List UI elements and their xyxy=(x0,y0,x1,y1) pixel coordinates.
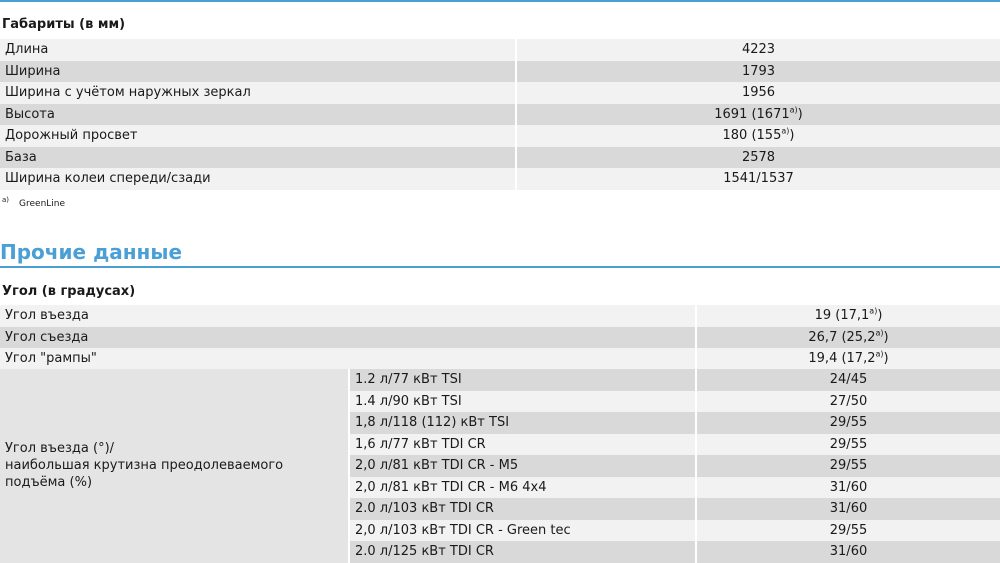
row-value: 19,4 (17,2a)) xyxy=(696,348,1000,370)
table-row: Длина 4223 xyxy=(0,39,1000,61)
engine-value: 29/55 xyxy=(696,412,1000,434)
engine-value: 31/60 xyxy=(696,498,1000,520)
row-label: Угол въезда xyxy=(0,305,697,327)
dimensions-table: Длина 4223 Ширина 1793 Ширина с учётом н… xyxy=(0,39,1000,190)
row-value: 1691 (1671a)) xyxy=(516,103,1000,125)
group-label: Угол въезда (°)/наибольшая крутизна прео… xyxy=(0,369,350,563)
row-value: 1541/1537 xyxy=(516,168,1000,190)
dimensions-heading: Габариты (в мм) xyxy=(2,17,126,32)
engine-label: 1,6 л/77 кВт TDI CR xyxy=(349,433,697,455)
top-divider xyxy=(0,0,1000,2)
table-row: База 2578 xyxy=(0,146,1000,168)
engine-label: 1.4 л/90 кВт TSI xyxy=(349,390,697,412)
section-title: Прочие данные xyxy=(0,240,183,264)
engine-value: 31/60 xyxy=(696,476,1000,498)
table-row: Высота 1691 (1671a)) xyxy=(0,103,1000,125)
engine-angles-table: Угол въезда (°)/наибольшая крутизна прео… xyxy=(0,369,1000,563)
section-divider xyxy=(0,266,1000,268)
engine-value: 27/50 xyxy=(696,390,1000,412)
row-label: Угол съезда xyxy=(0,326,697,348)
angle-heading: Угол (в градусах) xyxy=(2,284,136,299)
footnote-mark: a) xyxy=(875,349,884,359)
engine-value: 24/45 xyxy=(696,369,1000,391)
engine-label: 2,0 л/81 кВт TDI CR - М5 xyxy=(349,455,697,477)
footnote-text: GreenLine xyxy=(19,199,66,209)
row-value: 1793 xyxy=(516,60,1000,82)
engine-value: 31/60 xyxy=(696,541,1000,563)
engine-label: 2,0 л/103 кВт TDI CR - Green tec xyxy=(349,519,697,541)
engine-value: 29/55 xyxy=(696,433,1000,455)
table-row: Дорожный просвет 180 (155a)) xyxy=(0,125,1000,147)
table-row: Угол "рампы" 19,4 (17,2a)) xyxy=(0,348,1000,370)
footnote-mark: a) xyxy=(789,105,798,115)
footnote: a) GreenLine xyxy=(2,196,66,210)
table-row: Угол въезда (°)/наибольшая крутизна прео… xyxy=(0,369,1000,563)
row-value: 180 (155a)) xyxy=(516,125,1000,147)
engine-label: 2.0 л/103 кВт TDI CR xyxy=(349,498,697,520)
row-label: Угол "рампы" xyxy=(0,348,697,370)
row-value: 1956 xyxy=(516,82,1000,104)
row-label: Высота xyxy=(0,103,517,125)
engine-label: 1,8 л/118 (112) кВт TSI xyxy=(349,412,697,434)
engine-label: 2,0 л/81 кВт TDI CR - М6 4x4 xyxy=(349,476,697,498)
engine-value: 29/55 xyxy=(696,519,1000,541)
row-value: 19 (17,1a)) xyxy=(696,305,1000,327)
engine-value: 29/55 xyxy=(696,455,1000,477)
row-label: База xyxy=(0,146,517,168)
engine-label: 1.2 л/77 кВт TSI xyxy=(349,369,697,391)
table-row: Угол въезда 19 (17,1a)) xyxy=(0,305,1000,327)
row-label: Длина xyxy=(0,39,517,61)
row-label: Ширина xyxy=(0,60,517,82)
row-value: 2578 xyxy=(516,146,1000,168)
footnote-mark: a) xyxy=(2,196,10,204)
table-row: Ширина колеи спереди/сзади 1541/1537 xyxy=(0,168,1000,190)
engine-label: 2.0 л/125 кВт TDI CR xyxy=(349,541,697,563)
table-row: Ширина 1793 xyxy=(0,60,1000,82)
row-value: 4223 xyxy=(516,39,1000,61)
table-row: Угол съезда 26,7 (25,2a)) xyxy=(0,326,1000,348)
row-value: 26,7 (25,2a)) xyxy=(696,326,1000,348)
table-row: Ширина с учётом наружных зеркал 1956 xyxy=(0,82,1000,104)
row-label: Дорожный просвет xyxy=(0,125,517,147)
angles-table: Угол въезда 19 (17,1a)) Угол съезда 26,7… xyxy=(0,305,1000,370)
row-label: Ширина с учётом наружных зеркал xyxy=(0,82,517,104)
row-label: Ширина колеи спереди/сзади xyxy=(0,168,517,190)
footnote-mark: a) xyxy=(875,328,884,338)
